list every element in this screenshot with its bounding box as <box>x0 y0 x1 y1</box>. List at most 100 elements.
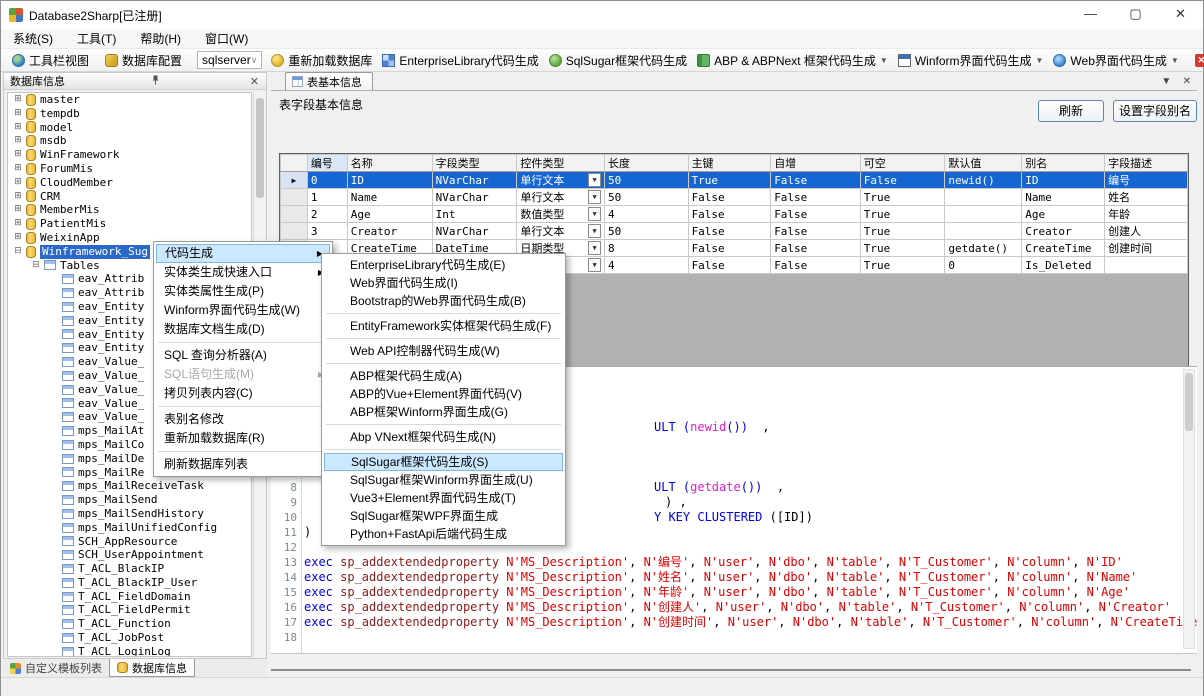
grid-cell[interactable]: False <box>771 240 861 257</box>
sql-scrollbar[interactable] <box>1183 369 1195 649</box>
grid-cell[interactable]: Creator <box>1022 223 1105 240</box>
grid-cell[interactable] <box>1105 257 1188 274</box>
cell-dropdown-icon[interactable]: ▼ <box>588 224 601 238</box>
submenu-item[interactable]: SqlSugar框架WPF界面生成 <box>324 507 563 525</box>
row-marker-cell[interactable] <box>281 206 308 223</box>
grid-cell[interactable]: False <box>771 189 861 206</box>
expand-icon[interactable]: ⊞ <box>12 107 24 121</box>
context-menu-item[interactable]: 实体类生成快速入口▶ <box>156 263 330 282</box>
grid-cell[interactable]: Creator <box>347 223 432 240</box>
submenu-item[interactable]: Abp VNext框架代码生成(N) <box>324 428 563 446</box>
grid-cell[interactable]: False <box>688 257 771 274</box>
grid-cell[interactable]: 4 <box>605 206 689 223</box>
pin-icon[interactable] <box>148 75 163 88</box>
expand-icon[interactable]: ⊞ <box>12 190 24 204</box>
toolbar-sqlsugar-button[interactable]: SqlSugar框架代码生成 <box>544 50 692 70</box>
context-menu-item[interactable]: 代码生成▶ <box>156 244 330 263</box>
tree-item-table[interactable]: mps_MailUnifiedConfig <box>8 521 251 535</box>
collapse-icon[interactable]: ⊟ <box>30 259 42 273</box>
dock-close-icon[interactable]: ✕ <box>247 75 262 88</box>
grid-column-header[interactable]: 名称 <box>347 155 432 172</box>
grid-cell[interactable]: True <box>860 206 945 223</box>
context-menu-item[interactable]: 拷贝列表内容(C) <box>156 384 330 403</box>
tree-item-database[interactable]: ⊞MemberMis <box>8 203 251 217</box>
grid-cell[interactable] <box>945 206 1022 223</box>
grid-cell[interactable]: Name <box>347 189 432 206</box>
maximize-button[interactable]: ▢ <box>1113 1 1158 29</box>
grid-cell[interactable]: False <box>688 223 771 240</box>
grid-cell[interactable]: 50 <box>605 223 689 240</box>
toolbar-enterpriselibrary-button[interactable]: EnterpriseLibrary代码生成 <box>377 50 543 70</box>
toolbar-abp-button[interactable]: ABP & ABPNext 框架代码生成 ▼ <box>692 50 893 70</box>
grid-column-header[interactable]: 长度 <box>605 155 689 172</box>
expand-icon[interactable]: ⊞ <box>12 162 24 176</box>
menu-system[interactable]: 系统(S) <box>1 30 65 47</box>
grid-cell[interactable]: 创建人 <box>1105 223 1188 240</box>
submenu-item[interactable]: Python+FastApi后端代码生成 <box>324 525 563 543</box>
grid-column-header[interactable]: 别名 <box>1022 155 1105 172</box>
submenu-item[interactable]: Vue3+Element界面代码生成(T) <box>324 489 563 507</box>
tab-list-dropdown-icon[interactable]: ▼ <box>1161 76 1171 87</box>
grid-cell[interactable]: CreateTime <box>1022 240 1105 257</box>
tree-item-database[interactable]: ⊞tempdb <box>8 107 251 121</box>
toolbar-web-button[interactable]: Web界面代码生成 ▼ <box>1048 50 1183 70</box>
grid-cell[interactable]: ▼单行文本 <box>517 223 605 240</box>
grid-cell[interactable]: True <box>688 172 771 189</box>
tree-item-table[interactable]: T_ACL_FieldPermit <box>8 603 251 617</box>
grid-cell[interactable]: 50 <box>605 172 689 189</box>
context-menu-item[interactable]: 刷新数据库列表 <box>156 455 330 474</box>
submenu-item[interactable]: Web API控制器代码生成(W) <box>324 342 563 360</box>
grid-cell[interactable]: Int <box>432 206 517 223</box>
tree-item-table[interactable]: SCH_AppResource <box>8 535 251 549</box>
expand-icon[interactable]: ⊞ <box>12 231 24 245</box>
set-field-alias-button[interactable]: 设置字段别名 <box>1113 100 1197 122</box>
submenu-item[interactable]: EntityFramework实体框架代码生成(F) <box>324 317 563 335</box>
tree-item-table[interactable]: T_ACL_FieldDomain <box>8 590 251 604</box>
expand-icon[interactable]: ⊞ <box>12 121 24 135</box>
grid-cell[interactable]: False <box>771 257 861 274</box>
context-menu-item[interactable]: 数据库文档生成(D) <box>156 320 330 339</box>
expand-icon[interactable]: ⊞ <box>12 217 24 231</box>
grid-cell[interactable]: False <box>688 189 771 206</box>
grid-column-header[interactable]: 字段类型 <box>432 155 517 172</box>
row-marker-cell[interactable] <box>281 223 308 240</box>
tree-item-database[interactable]: ⊞ForumMis <box>8 162 251 176</box>
tree-scrollbar-thumb[interactable] <box>256 98 264 198</box>
submenu-item[interactable]: SqlSugar框架代码生成(S) <box>324 453 563 471</box>
tree-item-table[interactable]: mps_MailSend <box>8 493 251 507</box>
collapse-icon[interactable]: ⊟ <box>12 245 24 259</box>
context-menu-item[interactable]: Winform界面代码生成(W) <box>156 301 330 320</box>
context-menu-item[interactable]: 实体类属性生成(P) <box>156 282 330 301</box>
row-marker-cell[interactable] <box>281 189 308 206</box>
grid-cell[interactable]: newid() <box>945 172 1022 189</box>
tree-item-database[interactable]: ⊞CloudMember <box>8 176 251 190</box>
grid-cell[interactable]: Name <box>1022 189 1105 206</box>
toolbar-reload-button[interactable]: 重新加载数据库 <box>266 50 377 70</box>
tree-item-table[interactable]: T_ACL_BlackIP <box>8 562 251 576</box>
grid-cell[interactable]: True <box>860 223 945 240</box>
grid-cell[interactable]: ▼数值类型 <box>517 206 605 223</box>
grid-cell[interactable]: getdate() <box>945 240 1022 257</box>
submenu-item[interactable]: ABP框架代码生成(A) <box>324 367 563 385</box>
grid-cell[interactable]: False <box>688 240 771 257</box>
tree-item-database[interactable]: ⊞model <box>8 121 251 135</box>
grid-cell[interactable]: ▼单行文本 <box>517 172 605 189</box>
expand-icon[interactable]: ⊞ <box>12 134 24 148</box>
grid-cell[interactable]: Is_Deleted <box>1022 257 1105 274</box>
submenu-item[interactable]: ABP框架Winform界面生成(G) <box>324 403 563 421</box>
grid-cell[interactable]: 编号 <box>1105 172 1188 189</box>
expand-icon[interactable]: ⊞ <box>12 203 24 217</box>
grid-cell[interactable]: Age <box>347 206 432 223</box>
tree-item-table[interactable]: T_ACL_Function <box>8 617 251 631</box>
tree-item-database[interactable]: ⊞msdb <box>8 134 251 148</box>
grid-column-header[interactable]: 自增 <box>771 155 861 172</box>
grid-cell[interactable]: 4 <box>605 257 689 274</box>
grid-cell[interactable]: 0 <box>307 172 347 189</box>
cell-dropdown-icon[interactable]: ▼ <box>588 241 601 255</box>
grid-column-header[interactable]: 编号 <box>307 155 347 172</box>
tab-custom-templates[interactable]: 自定义模板列表 <box>3 659 109 677</box>
grid-column-header[interactable]: 字段描述 <box>1105 155 1188 172</box>
cell-dropdown-icon[interactable]: ▼ <box>588 258 601 272</box>
grid-cell[interactable]: 1 <box>307 189 347 206</box>
grid-cell[interactable]: False <box>771 206 861 223</box>
